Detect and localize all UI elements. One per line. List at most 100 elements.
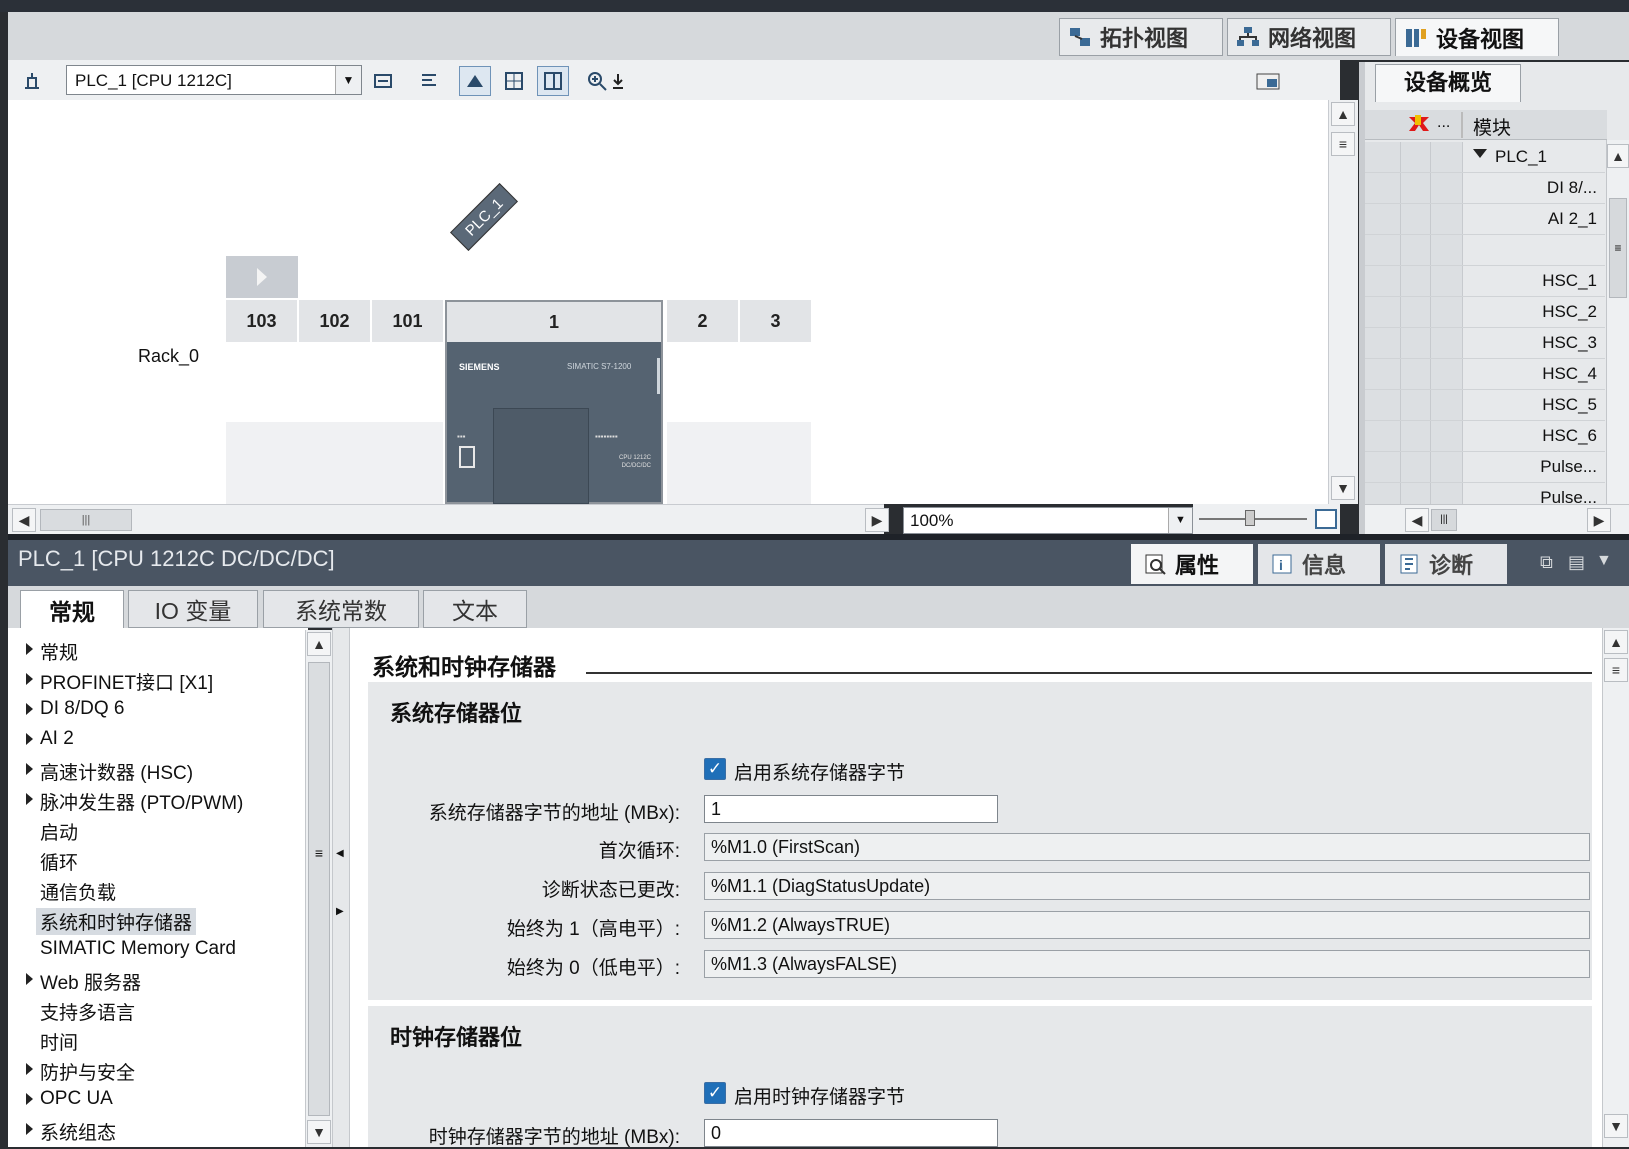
navigator-icon[interactable] bbox=[1315, 509, 1337, 529]
scroll-up-icon[interactable]: ▲ bbox=[1331, 102, 1355, 126]
nav-item[interactable]: 启动 bbox=[40, 818, 78, 845]
overview-scroll-up-icon[interactable]: ▲ bbox=[1607, 144, 1629, 168]
tab-device-overview[interactable]: 设备概览 bbox=[1375, 64, 1521, 102]
nav-item[interactable]: 高速计数器 (HSC) bbox=[26, 758, 193, 785]
overview-row[interactable]: DI 8/... bbox=[1365, 173, 1605, 204]
tab-diagnostics[interactable]: 诊断 bbox=[1385, 544, 1507, 584]
overview-scroll-thumb[interactable]: ≡ bbox=[1609, 198, 1627, 298]
always-true-field[interactable]: %M1.2 (AlwaysTRUE) bbox=[704, 911, 1590, 939]
tab-texts[interactable]: 文本 bbox=[423, 590, 527, 628]
expand-arrow-icon[interactable] bbox=[26, 793, 33, 805]
tab-network-view[interactable]: 网络视图 bbox=[1227, 18, 1391, 56]
expand-arrow-icon[interactable] bbox=[26, 733, 33, 745]
expand-rack-button[interactable] bbox=[226, 256, 298, 298]
nav-scroll-down-icon[interactable]: ▼ bbox=[307, 1120, 331, 1144]
nav-item[interactable]: 脉冲发生器 (PTO/PWM) bbox=[26, 788, 243, 815]
nav-item[interactable]: 通信负载 bbox=[40, 878, 116, 905]
enable-clock-memory-checkbox[interactable]: ✓ bbox=[704, 1082, 726, 1104]
overview-row[interactable]: HSC_4 bbox=[1365, 359, 1605, 390]
overview-scroll-right-icon[interactable]: ▶ bbox=[1587, 508, 1611, 532]
slot-1-header[interactable]: 1 bbox=[445, 300, 663, 342]
expand-arrow-icon[interactable] bbox=[26, 1093, 33, 1105]
show-addresses-icon[interactable] bbox=[367, 66, 399, 96]
sys-address-input[interactable]: 1 bbox=[704, 795, 998, 823]
slot-103-body[interactable] bbox=[226, 344, 297, 420]
tree-expand-icon[interactable] bbox=[1473, 149, 1487, 158]
zoom-select[interactable]: 100% ▼ bbox=[903, 507, 1193, 534]
tab-io-tags[interactable]: IO 变量 bbox=[128, 590, 258, 628]
tab-device-view[interactable]: 设备视图 bbox=[1395, 18, 1559, 56]
content-vscrollbar[interactable]: ▲ ≡ ▼ bbox=[1602, 628, 1629, 1147]
tab-info[interactable]: i 信息 bbox=[1258, 544, 1380, 584]
collapse-left-icon[interactable]: ◀ bbox=[336, 848, 344, 859]
expand-arrow-icon[interactable] bbox=[26, 973, 33, 985]
overview-hscrollbar[interactable]: ◀ ||| ▶ bbox=[1365, 504, 1629, 534]
panel-collapse-icon[interactable]: ▼ bbox=[1596, 552, 1612, 570]
expand-arrow-icon[interactable] bbox=[26, 1123, 33, 1135]
expand-arrow-icon[interactable] bbox=[26, 703, 33, 715]
slot-102-body[interactable] bbox=[299, 344, 370, 420]
nav-item[interactable]: 时间 bbox=[40, 1028, 78, 1055]
overview-row[interactable]: HSC_2 bbox=[1365, 297, 1605, 328]
zoom-chevron-icon[interactable]: ▼ bbox=[1168, 508, 1192, 533]
chevron-down-icon[interactable]: ▼ bbox=[335, 66, 361, 94]
show-names-icon[interactable] bbox=[413, 66, 445, 96]
overview-row[interactable]: HSC_5 bbox=[1365, 390, 1605, 421]
slot-102-header[interactable]: 102 bbox=[299, 300, 370, 342]
zoom-slider-handle[interactable] bbox=[1245, 510, 1255, 526]
device-canvas[interactable]: PLC_1 Rack_0 103 102 101 1 2 3 SIEMENS S… bbox=[8, 100, 1328, 504]
first-scan-field[interactable]: %M1.0 (FirstScan) bbox=[704, 833, 1590, 861]
canvas-vscrollbar[interactable]: ▲ ≡ ▼ bbox=[1328, 100, 1358, 504]
show-view-icon[interactable] bbox=[459, 66, 491, 96]
nav-item[interactable]: Web 服务器 bbox=[26, 968, 141, 995]
overview-row[interactable]: HSC_3 bbox=[1365, 328, 1605, 359]
diag-status-field[interactable]: %M1.1 (DiagStatusUpdate) bbox=[704, 872, 1590, 900]
nav-vscrollbar[interactable]: ▲ ≡ ▼ bbox=[305, 630, 332, 1147]
slot-3-header[interactable]: 3 bbox=[740, 300, 811, 342]
overview-vscrollbar[interactable]: ▲ ≡ ▼ bbox=[1606, 140, 1629, 540]
nav-content-splitter[interactable]: ◀ ▶ bbox=[332, 628, 350, 1147]
pin-device-icon[interactable] bbox=[16, 66, 48, 96]
content-scroll-up-icon[interactable]: ▲ bbox=[1604, 630, 1628, 654]
tab-properties[interactable]: 属性 bbox=[1131, 544, 1253, 584]
nav-item[interactable]: AI 2 bbox=[26, 728, 74, 750]
clock-address-input[interactable]: 0 bbox=[704, 1119, 998, 1147]
nav-item[interactable]: 支持多语言 bbox=[40, 998, 135, 1025]
scroll-thumb[interactable]: ||| bbox=[40, 509, 132, 531]
nav-item[interactable]: DI 8/DQ 6 bbox=[26, 698, 124, 720]
nav-item[interactable]: 防护与安全 bbox=[26, 1058, 135, 1085]
nav-item[interactable]: 常规 bbox=[26, 638, 78, 665]
content-scroll-menu-icon[interactable]: ≡ bbox=[1604, 658, 1628, 682]
window-float-icon[interactable]: ⧉ bbox=[1540, 552, 1553, 573]
content-scroll-down-icon[interactable]: ▼ bbox=[1604, 1114, 1628, 1138]
window-layout-icon[interactable]: ▤ bbox=[1568, 552, 1585, 573]
slot-2-body[interactable] bbox=[667, 344, 738, 420]
slot-101-body[interactable] bbox=[372, 344, 443, 420]
nav-item[interactable]: 循环 bbox=[40, 848, 78, 875]
tab-general[interactable]: 常规 bbox=[20, 590, 124, 629]
nav-scroll-thumb[interactable]: ≡ bbox=[308, 662, 330, 1116]
nav-item[interactable]: 系统组态 bbox=[26, 1118, 116, 1145]
overview-row[interactable] bbox=[1365, 235, 1605, 266]
enable-system-memory-checkbox[interactable]: ✓ bbox=[704, 758, 726, 780]
expand-arrow-icon[interactable] bbox=[26, 673, 33, 685]
zoom-dropdown-icon[interactable] bbox=[608, 66, 628, 96]
scroll-right-icon[interactable]: ▶ bbox=[865, 508, 889, 532]
overview-scroll-left-icon[interactable]: ◀ bbox=[1405, 508, 1429, 532]
overview-toggle-icon[interactable] bbox=[1252, 66, 1284, 96]
scroll-left-icon[interactable]: ◀ bbox=[12, 508, 36, 532]
overview-row[interactable]: HSC_6 bbox=[1365, 421, 1605, 452]
overview-row[interactable]: Pulse... bbox=[1365, 452, 1605, 483]
canvas-hscrollbar[interactable]: ◀ ||| ▶ bbox=[8, 504, 889, 534]
split-view-icon[interactable] bbox=[537, 66, 569, 96]
grid-icon[interactable] bbox=[498, 66, 530, 96]
expand-arrow-icon[interactable] bbox=[26, 1063, 33, 1075]
slot-2-header[interactable]: 2 bbox=[667, 300, 738, 342]
nav-item[interactable]: PROFINET接口 [X1] bbox=[26, 668, 213, 695]
plc-tag[interactable]: PLC_1 bbox=[450, 183, 518, 251]
slot-101-header[interactable]: 101 bbox=[372, 300, 443, 342]
tab-topology-view[interactable]: 拓扑视图 bbox=[1059, 18, 1223, 56]
scroll-down-icon[interactable]: ▼ bbox=[1331, 476, 1355, 500]
overview-row[interactable]: AI 2_1 bbox=[1365, 204, 1605, 235]
nav-item[interactable]: 系统和时钟存储器 bbox=[36, 908, 197, 935]
